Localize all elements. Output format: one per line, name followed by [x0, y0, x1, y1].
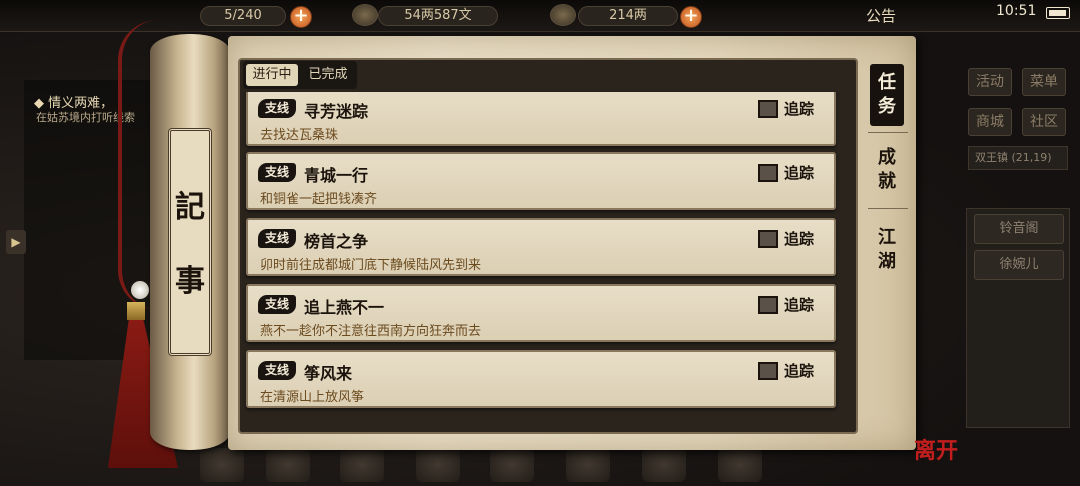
tassel-cap: [127, 302, 145, 320]
branch-badge: 支线: [258, 361, 296, 380]
dock-icon[interactable]: [200, 448, 244, 482]
community-button[interactable]: 社区: [1022, 108, 1066, 136]
tab-achievements[interactable]: 成就: [870, 146, 904, 200]
dock-icon[interactable]: [266, 448, 310, 482]
scroll-title-char: 記: [175, 190, 205, 225]
tab-in-progress[interactable]: 进行中: [246, 64, 298, 86]
system-clock: 10:51: [996, 3, 1037, 19]
branch-badge: 支线: [258, 163, 296, 182]
scroll-label: [168, 128, 212, 356]
npc-item[interactable]: 徐婉儿: [974, 250, 1064, 280]
side-tab-divider: [868, 208, 908, 209]
quest-item[interactable]: 支线 榜首之争 卯时前往成都城门底下静候陆风先到来 追踪: [246, 218, 836, 276]
quest-description: 去找达瓦桑珠: [260, 128, 339, 143]
track-checkbox[interactable]: [758, 230, 778, 248]
location-label: 双王镇 (21,19): [968, 146, 1068, 170]
shop-button[interactable]: 商城: [968, 108, 1012, 136]
stamina-value: 5/240: [224, 8, 262, 23]
scroll-title-char: 事: [175, 264, 205, 299]
track-label[interactable]: 追踪: [784, 360, 814, 381]
dock-icon[interactable]: [490, 448, 534, 482]
stamina-counter: 5/240: [200, 6, 286, 26]
quest-description: 在清源山上放风筝: [260, 390, 365, 405]
top-status-bar: 5/240 + 54两587文 214两 + 公告 10:51: [0, 0, 1080, 32]
dock-icon[interactable]: [416, 448, 460, 482]
branch-badge: 支线: [258, 229, 296, 248]
track-label[interactable]: 追踪: [784, 162, 814, 183]
side-tab-divider: [868, 132, 908, 133]
quest-description: 卯时前往成都城门底下静候陆风先到来: [260, 258, 482, 273]
quest-item[interactable]: 支线 青城一行 和铜雀一起把钱凑齐 追踪: [246, 152, 836, 210]
quest-description: 和铜雀一起把钱凑齐: [260, 192, 378, 207]
track-label[interactable]: 追踪: [784, 294, 814, 315]
quest-title: 榜首之争: [304, 232, 369, 251]
quest-description: 燕不一趁你不注意往西南方向狂奔而去: [260, 324, 482, 339]
tab-completed[interactable]: 已完成: [302, 64, 354, 86]
tab-quests[interactable]: 任务: [870, 64, 904, 126]
gold-ingot-icon: [550, 4, 576, 26]
track-label[interactable]: 追踪: [784, 98, 814, 119]
tab-achievements-label: 成就: [878, 147, 896, 192]
track-checkbox[interactable]: [758, 362, 778, 380]
npc-item[interactable]: 铃音阁: [974, 214, 1064, 244]
dock-icon[interactable]: [566, 448, 610, 482]
battery-icon: [1046, 7, 1070, 19]
quest-title: 筝风来: [304, 364, 353, 383]
dock-icon[interactable]: [340, 448, 384, 482]
leave-button[interactable]: 离开: [914, 428, 958, 474]
gold-counter: 214两: [578, 6, 678, 26]
add-gold-button[interactable]: +: [680, 6, 702, 28]
expand-arrow-icon[interactable]: ▶: [6, 230, 26, 254]
tab-quests-label: 任务: [878, 72, 896, 117]
silver-icon: [352, 4, 378, 26]
branch-badge: 支线: [258, 295, 296, 314]
quest-list[interactable]: 支线 寻芳迷踪 去找达瓦桑珠 追踪 支线 青城一行 和铜雀一起把钱凑齐 追踪 支…: [240, 92, 840, 418]
dock-icon[interactable]: [642, 448, 686, 482]
notice-button[interactable]: 公告: [866, 5, 896, 26]
quest-item[interactable]: 支线 寻芳迷踪 去找达瓦桑珠 追踪: [246, 92, 836, 146]
tab-jianghu-label: 江湖: [878, 227, 896, 272]
activity-button[interactable]: 活动: [968, 68, 1012, 96]
gold-value: 214两: [609, 8, 647, 23]
menu-button[interactable]: 菜单: [1022, 68, 1066, 96]
track-checkbox[interactable]: [758, 164, 778, 182]
add-stamina-button[interactable]: +: [290, 6, 312, 28]
quest-title: 追上燕不一: [304, 298, 385, 317]
tab-jianghu[interactable]: 江湖: [870, 226, 904, 280]
branch-badge: 支线: [258, 99, 296, 118]
quest-item[interactable]: 支线 筝风来 在清源山上放风筝 追踪: [246, 350, 836, 408]
quest-item[interactable]: 支线 追上燕不一 燕不一趁你不注意往西南方向狂奔而去 追踪: [246, 284, 836, 342]
track-checkbox[interactable]: [758, 100, 778, 118]
track-label[interactable]: 追踪: [784, 228, 814, 249]
silver-value: 54两587文: [404, 8, 472, 23]
track-checkbox[interactable]: [758, 296, 778, 314]
dock-icon[interactable]: [718, 448, 762, 482]
quest-title: 寻芳迷踪: [304, 102, 369, 121]
quest-title: 青城一行: [304, 166, 369, 185]
hint-title: ◆ 情义两难，: [34, 96, 114, 111]
silver-counter: 54两587文: [378, 6, 498, 26]
tassel-bead: [131, 281, 149, 299]
